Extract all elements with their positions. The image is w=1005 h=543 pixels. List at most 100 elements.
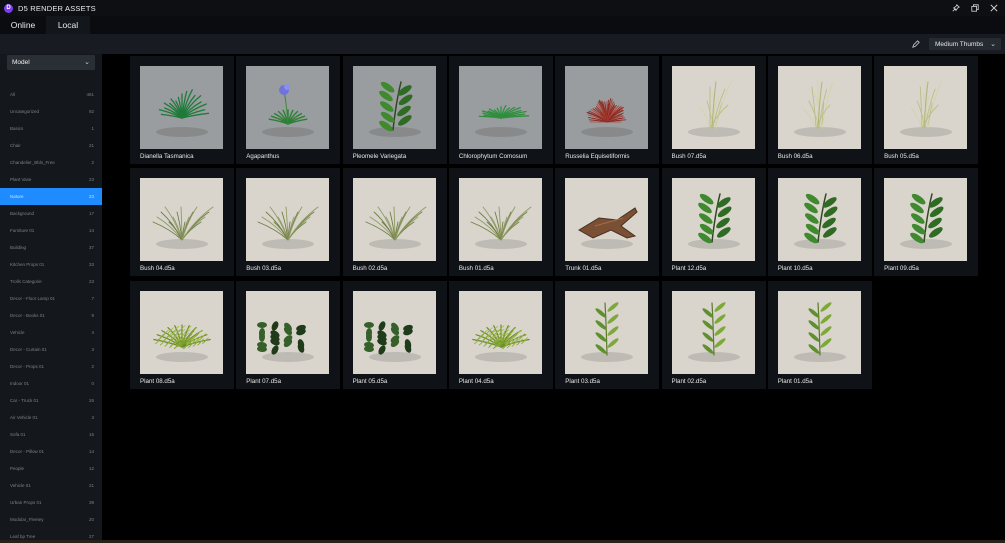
asset-card[interactable]: Chlorophytum Comosum: [448, 56, 553, 164]
sidebar-category-item[interactable]: Uncategorized 92: [0, 103, 102, 120]
leafy-plant-icon: [368, 81, 421, 137]
sidebar-category-item[interactable]: Building 37: [0, 239, 102, 256]
category-count: 2: [91, 160, 94, 165]
sidebar-category-item[interactable]: People 12: [0, 460, 102, 477]
asset-card[interactable]: Bush 03.d5a: [236, 168, 341, 277]
sidebar-category-item[interactable]: Modular_Fleetey 20: [0, 511, 102, 528]
close-button[interactable]: [984, 0, 1003, 16]
asset-card[interactable]: Plant 09.d5a: [874, 168, 979, 277]
category-label: Chair: [10, 143, 21, 148]
asset-card[interactable]: Plant 10.d5a: [767, 168, 872, 277]
category-count: 20: [88, 517, 94, 522]
sidebar-category-item[interactable]: Chair 21: [0, 137, 102, 154]
sidebar-category-item[interactable]: Furniture 01 14: [0, 222, 102, 239]
logo-glyph: D: [6, 5, 11, 11]
sidebar-category-item[interactable]: Indoor 01 0: [0, 375, 102, 392]
asset-thumbnail: [140, 178, 223, 262]
category-label: Modular_Fleetey: [10, 517, 44, 522]
sidebar-category-item[interactable]: Vehicle 01 21: [0, 477, 102, 494]
tab-local[interactable]: Local: [46, 16, 90, 34]
grass-plant-icon: [156, 89, 210, 137]
pin-icon: [952, 4, 960, 12]
model-filter-dropdown[interactable]: Model ⌄: [7, 55, 95, 70]
sapling-icon: [581, 301, 634, 362]
category-label: Sofa 01: [10, 432, 26, 437]
sidebar-category-item[interactable]: Kitchen Props 01 33: [0, 256, 102, 273]
restore-icon: [970, 4, 979, 12]
asset-thumbnail: [246, 178, 330, 262]
sidebar-category-item[interactable]: Decor - Curtain 01 3: [0, 341, 102, 358]
category-label: Uncategorized: [10, 109, 40, 114]
asset-card[interactable]: Plant 04.d5a: [448, 280, 553, 389]
sidebar-category-item[interactable]: Background 17: [0, 205, 102, 222]
restore-button[interactable]: [965, 0, 984, 16]
asset-card[interactable]: Plant 02.d5a: [661, 280, 766, 389]
asset-thumbnail: [352, 178, 436, 262]
sidebar-category-item[interactable]: Nature 23: [0, 188, 102, 205]
category-count: 14: [88, 228, 94, 233]
asset-card[interactable]: Bush 06.d5a: [767, 56, 872, 164]
asset-label: Bush 02.d5a: [352, 265, 388, 273]
sidebar-category-item[interactable]: Decor - Pillow 01 14: [0, 443, 102, 460]
asset-thumbnail: [565, 290, 649, 374]
sidebar-category-item[interactable]: Trolls Categorie 23: [0, 273, 102, 290]
category-count: 3: [91, 347, 94, 352]
asset-card[interactable]: Dianella Tasmanica: [130, 56, 234, 164]
category-label: Furniture 01: [10, 228, 35, 233]
asset-label: Plant 03.d5a: [565, 377, 600, 385]
asset-card[interactable]: Plant 12.d5a: [661, 168, 766, 277]
category-count: 461: [86, 92, 94, 97]
asset-card[interactable]: Russelia Equisetiformis: [555, 56, 660, 164]
thumb-size-dropdown[interactable]: Medium Thumbs ⌄: [929, 38, 1001, 50]
sidebar-category-item[interactable]: Urban Props 01 39: [0, 494, 102, 511]
pin-button[interactable]: [946, 0, 965, 16]
sidebar-category-item[interactable]: Car - Truck 01 26: [0, 392, 102, 409]
category-count: 23: [88, 194, 94, 199]
edit-button[interactable]: [910, 38, 922, 50]
sidebar-category-item[interactable]: Decor - Props 01 2: [0, 358, 102, 375]
sidebar-category-item[interactable]: Sofa 01 15: [0, 426, 102, 443]
asset-card[interactable]: Pleomele Variegata: [342, 56, 447, 164]
sidebar-category-item[interactable]: Vehicle 4: [0, 324, 102, 341]
asset-card[interactable]: Plant 08.d5a: [130, 280, 234, 389]
asset-card[interactable]: Bush 01.d5a: [448, 168, 553, 277]
category-count: 33: [88, 262, 94, 267]
asset-label: Bush 05.d5a: [884, 153, 919, 160]
asset-card[interactable]: Bush 07.d5a: [661, 56, 766, 164]
leafy-plant-icon: [793, 193, 846, 250]
sidebar-category-item[interactable]: Air Vehicle 01 3: [0, 409, 102, 426]
sidebar-category-item[interactable]: Chandelier_Bbls_Free 2: [0, 154, 102, 171]
category-count: 26: [88, 398, 94, 403]
asset-label: Plant 08.d5a: [140, 377, 175, 385]
category-count: 39: [88, 500, 94, 505]
sidebar-category-item[interactable]: Decor - Floor Lamp 01 7: [0, 290, 102, 307]
sidebar-category-item[interactable]: All 461: [0, 86, 102, 103]
asset-card[interactable]: Agapanthus: [236, 56, 341, 164]
asset-label: Bush 06.d5a: [777, 153, 813, 160]
category-count: 21: [88, 483, 94, 488]
sidebar-category-item[interactable]: Decor - Books 01 9: [0, 307, 102, 324]
red-shrub-icon: [581, 98, 634, 137]
asset-card[interactable]: Bush 04.d5a: [130, 168, 234, 277]
asset-card[interactable]: Plant 05.d5a: [342, 280, 447, 389]
category-label: Decor - Books 01: [10, 313, 45, 318]
asset-card[interactable]: Plant 07.d5a: [236, 280, 341, 389]
close-icon: [989, 4, 998, 12]
sidebar-category-item[interactable]: Basics 1: [0, 120, 102, 137]
asset-label: Plant 09.d5a: [884, 265, 919, 273]
category-count: 4: [91, 330, 94, 335]
asset-card[interactable]: Plant 03.d5a: [555, 280, 660, 389]
asset-card[interactable]: Trunk 01.d5a: [555, 168, 660, 277]
asset-card[interactable]: Plant 01.d5a: [767, 280, 872, 389]
category-count: 14: [88, 449, 94, 454]
asset-thumbnail: [458, 178, 542, 262]
asset-card[interactable]: Bush 02.d5a: [342, 168, 447, 277]
category-count: 1: [91, 126, 94, 131]
asset-thumbnail: [352, 66, 436, 149]
spider-plant-icon: [474, 104, 530, 137]
sidebar-category-item[interactable]: Plant Vase 23: [0, 171, 102, 188]
grass-bush-icon: [470, 206, 532, 250]
asset-card[interactable]: Bush 05.d5a: [874, 56, 979, 164]
tab-online[interactable]: Online: [0, 16, 46, 34]
asset-thumbnail: [458, 290, 542, 374]
